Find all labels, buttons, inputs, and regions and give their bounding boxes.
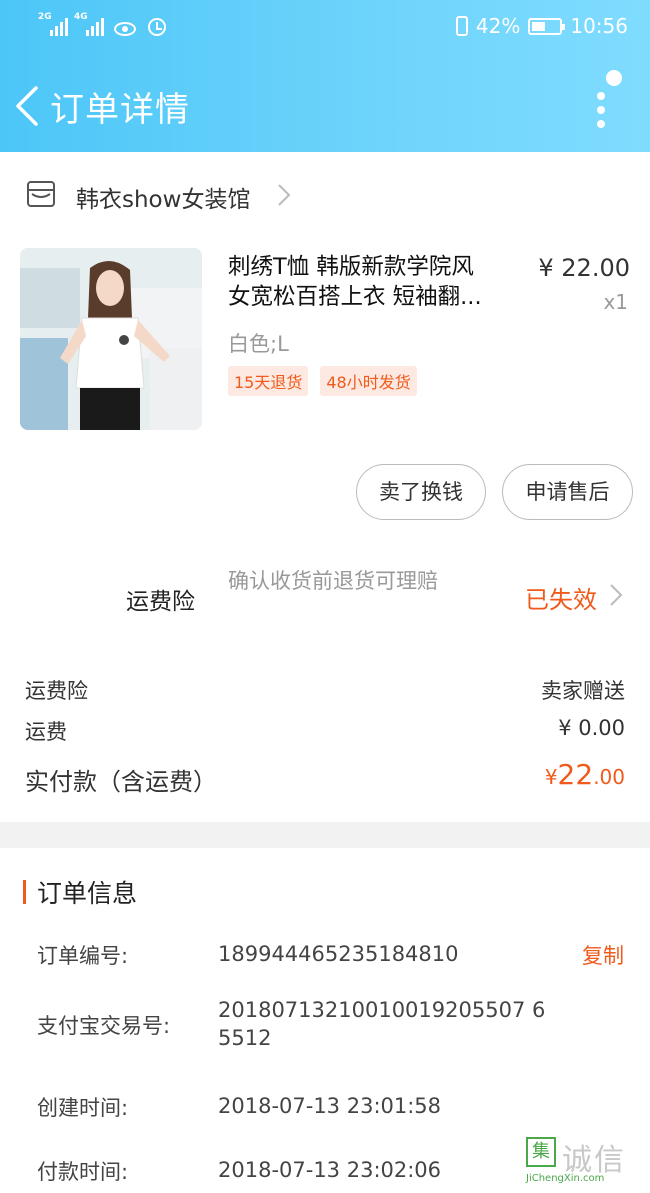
back-arrow-icon xyxy=(16,86,38,126)
shop-row[interactable]: 韩衣show女装馆 xyxy=(0,160,650,228)
signal-icon: 2G xyxy=(38,12,68,36)
eye-comfort-icon xyxy=(114,22,136,36)
watermark-url: JiChengXin.com xyxy=(526,1173,605,1184)
order-number-value: 189944465235184810 xyxy=(218,942,459,966)
header-bar: 2G 4G 42% 10:56 订单详情 xyxy=(0,0,650,152)
chevron-right-icon xyxy=(278,184,291,206)
created-time-value: 2018-07-13 23:01:58 xyxy=(218,1094,442,1118)
total-paid-row: 实付款（含运费） ¥22.00 xyxy=(0,758,650,802)
product-title-line: 女宽松百搭上衣 短袖翻... xyxy=(228,284,482,310)
created-time-label: 创建时间: xyxy=(37,1096,129,1120)
fee-label: 运费 xyxy=(25,720,67,744)
fee-value: ¥ 0.00 xyxy=(558,716,625,740)
insurance-label: 运费险 xyxy=(126,589,195,615)
battery-icon xyxy=(528,17,566,35)
paid-time-value: 2018-07-13 23:02:06 xyxy=(218,1158,442,1182)
insurance-description: 确认收货前退货可理赔 xyxy=(228,569,438,593)
vibrate-icon xyxy=(455,16,468,36)
return-policy-tag: 15天退货 xyxy=(228,366,309,396)
alipay-trade-label: 支付宝交易号: xyxy=(37,1014,171,1038)
amount-decimal: .00 xyxy=(593,765,625,789)
service-tags: 15天退货 48小时发货 xyxy=(228,366,417,396)
product-sku: 白色;L xyxy=(228,332,289,356)
signal-icon: 4G xyxy=(74,12,104,36)
currency-symbol: ¥ xyxy=(544,765,558,789)
amount-integer: 22 xyxy=(557,758,594,791)
after-sale-button[interactable]: 申请售后 xyxy=(502,464,633,520)
alarm-icon xyxy=(148,18,166,36)
chevron-right-icon xyxy=(610,584,623,606)
insurance-status: 已失效 xyxy=(525,586,597,614)
more-dot-icon xyxy=(597,120,605,128)
clock: 10:56 xyxy=(570,14,628,38)
shipping-time-tag: 48小时发货 xyxy=(320,366,417,396)
battery-percent: 42% xyxy=(475,14,521,38)
back-button[interactable] xyxy=(12,84,44,128)
network-type-2: 4G xyxy=(74,12,88,22)
section-accent-bar xyxy=(23,880,26,904)
notification-dot xyxy=(606,70,622,86)
watermark-logo: 集 xyxy=(526,1137,556,1167)
nav-bar: 订单详情 xyxy=(0,60,650,150)
section-divider xyxy=(0,822,650,848)
product-price: ¥ 22.00 xyxy=(538,254,630,282)
freight-insurance-row[interactable]: 运费险 确认收货前退货可理赔 已失效 xyxy=(0,556,650,636)
fee-value: 卖家赠送 xyxy=(541,679,625,703)
product-image xyxy=(20,248,202,430)
order-number-label: 订单编号: xyxy=(37,944,129,968)
alipay-trade-value: 20180713210010019205507 65512 xyxy=(218,998,546,1050)
status-bar: 2G 4G 42% 10:56 xyxy=(0,0,650,56)
paid-time-label: 付款时间: xyxy=(37,1160,129,1184)
fee-row: 运费险 卖家赠送 xyxy=(0,675,650,709)
product-title: 刺绣T恤 韩版新款学院风 女宽松百搭上衣 短袖翻... xyxy=(228,252,518,312)
page-title: 订单详情 xyxy=(50,90,190,130)
fee-row: 运费 ¥ 0.00 xyxy=(0,716,650,750)
more-dot-icon xyxy=(597,106,605,114)
total-paid-label: 实付款（含运费） xyxy=(25,768,217,796)
total-paid-amount: ¥22.00 xyxy=(545,758,625,791)
copy-button[interactable]: 复制 xyxy=(582,940,624,970)
store-icon xyxy=(27,181,55,207)
network-type-1: 2G xyxy=(38,12,52,22)
product-item[interactable]: 刺绣T恤 韩版新款学院风 女宽松百搭上衣 短袖翻... ¥ 22.00 x1 白… xyxy=(0,246,650,436)
shop-name: 韩衣show女装馆 xyxy=(76,187,251,213)
more-button[interactable] xyxy=(588,70,624,130)
product-title-line: 刺绣T恤 韩版新款学院风 xyxy=(228,254,474,280)
more-dot-icon xyxy=(597,92,605,100)
fee-label: 运费险 xyxy=(25,679,88,703)
order-info-title: 订单信息 xyxy=(37,879,138,908)
product-quantity: x1 xyxy=(603,290,628,314)
sell-button[interactable]: 卖了换钱 xyxy=(356,464,486,520)
watermark: 集 诚信 JiChengXin.com xyxy=(526,1135,642,1189)
